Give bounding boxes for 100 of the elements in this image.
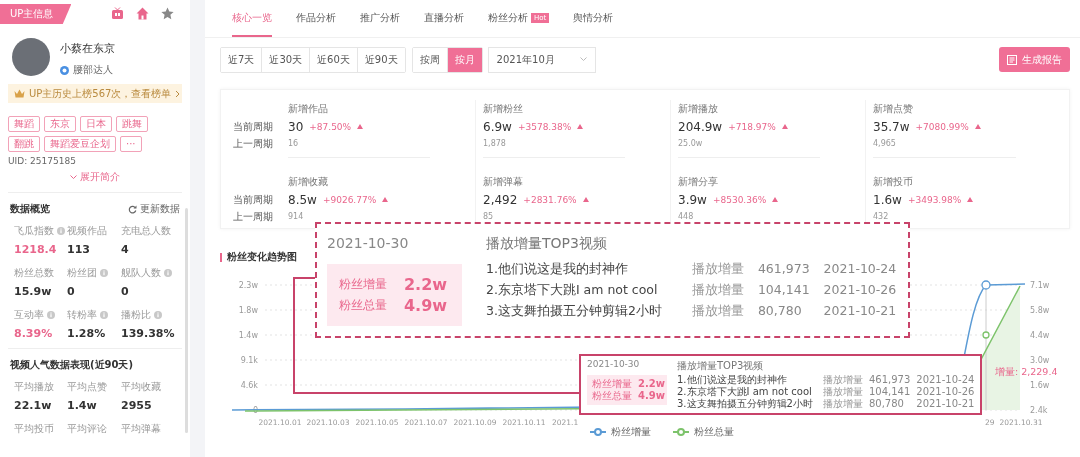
stat-label: 播粉比 <box>121 308 151 322</box>
tag[interactable]: 翻跳 <box>8 136 40 152</box>
fans-value: 4.9w <box>638 389 665 402</box>
badge-label: 腰部达人 <box>73 63 113 77</box>
play-count-value: 461,973 <box>757 260 810 279</box>
legend-label[interactable]: 粉丝增量 <box>611 425 651 439</box>
chart-title: 粉丝变化趋势图 <box>227 250 297 264</box>
expand-link[interactable]: 展开简介 <box>70 170 120 184</box>
axis-label: 7.1w <box>1030 281 1050 290</box>
section-title: 视频人气数据表现(近90天) <box>10 358 134 372</box>
metric-change: +3493.98% <box>907 194 962 205</box>
play-count-label: 播放增量 <box>822 374 863 386</box>
tab[interactable]: 推广分析 <box>360 0 400 37</box>
metric-change: +87.50% <box>309 121 352 132</box>
play-count-label: 播放增量 <box>822 386 863 398</box>
metric-name: 新增点赞 <box>873 103 914 115</box>
refresh-button[interactable]: 更新数据 <box>128 202 180 216</box>
axis-label: 3.0w <box>1030 356 1050 365</box>
tab[interactable]: 直播分析 <box>424 0 464 37</box>
fans-label: 粉丝总量 <box>592 389 632 402</box>
month-select[interactable]: 2021年10月 <box>487 46 596 73</box>
axis-label: 4.6k <box>240 381 258 390</box>
chevron-right-icon <box>175 89 181 98</box>
tooltip-date: 2021-10-30 <box>327 234 410 253</box>
metric-value: 6.9w <box>483 119 512 134</box>
info-icon <box>154 311 162 319</box>
axis-label: 2.4k <box>1030 406 1048 415</box>
stat-value: 113 <box>67 243 91 256</box>
video-title: 3.这支舞拍摄五分钟剪辑2小时 <box>486 302 663 321</box>
data-point[interactable] <box>982 331 990 339</box>
tag[interactable]: 舞蹈爱豆企划 <box>44 136 116 152</box>
metric-name: 新增收藏 <box>288 176 329 188</box>
fans-value: 2.2w <box>403 274 449 296</box>
top-videos-title: 播放增量TOP3视频 <box>677 359 765 372</box>
tv-icon[interactable] <box>111 6 124 20</box>
metric-value: 2,492 <box>483 192 518 207</box>
stat-value: 22.1w <box>14 399 53 412</box>
legend-marker-icon[interactable] <box>590 428 606 436</box>
stat-label: 粉丝团 <box>67 266 97 280</box>
video-title: 2.东京塔下大跳I am not cool <box>486 281 659 300</box>
previous-value: 432 <box>873 211 890 223</box>
home-icon[interactable] <box>136 6 149 20</box>
previous-value: 1,878 <box>483 138 507 150</box>
stat-label: 充电总人数 <box>121 224 171 238</box>
play-count-value: 104,141 <box>868 386 911 398</box>
top-videos-title: 播放增量TOP3视频 <box>486 234 608 253</box>
video-title: 1.他们说这是我的封神作 <box>677 374 788 386</box>
tab[interactable]: 核心一览 <box>232 0 272 37</box>
play-count-label: 播放增量 <box>691 302 744 321</box>
metric-change: +8530.36% <box>712 194 767 205</box>
tag[interactable]: 东京 <box>44 116 76 132</box>
tooltip-date: 2021-10-30 <box>587 359 641 371</box>
video-date: 2021-10-24 <box>916 374 975 386</box>
video-title: 1.他们说这是我的封神作 <box>486 260 629 279</box>
stat-value: 2955 <box>121 399 153 412</box>
info-icon <box>164 269 172 277</box>
stat-label: 平均收藏 <box>121 380 161 394</box>
previous-value: 448 <box>678 211 695 223</box>
legend-label[interactable]: 粉丝总量 <box>694 425 734 439</box>
stat-label: 平均投币 <box>14 422 54 436</box>
metric-name: 新增弹幕 <box>483 176 524 188</box>
metric-name: 新增投币 <box>873 176 914 188</box>
metric-change: +3578.38% <box>517 121 572 132</box>
previous-value: 85 <box>483 211 495 223</box>
tag[interactable]: 日本 <box>80 116 112 132</box>
avatar-placeholder <box>12 38 50 76</box>
play-count-label: 播放增量 <box>691 260 744 279</box>
axis-label: 1.8w <box>238 306 258 315</box>
previous-value: 914 <box>288 211 305 223</box>
metric-name: 新增播放 <box>678 103 719 115</box>
tab[interactable]: 舆情分析 <box>573 0 614 37</box>
stat-label: 转粉率 <box>67 308 97 322</box>
metric-value: 204.9w <box>678 119 723 134</box>
star-icon[interactable] <box>161 6 174 20</box>
filter-button[interactable]: 近90天 <box>356 47 405 72</box>
stat-value: 15.9w <box>14 285 53 298</box>
stat-label: 视频作品 <box>67 224 107 238</box>
stat-value: 139.38% <box>121 327 176 340</box>
axis-label: 2.3w <box>238 281 258 290</box>
tag[interactable]: 跳舞 <box>116 116 148 132</box>
data-point[interactable] <box>981 280 991 290</box>
video-date: 2021-10-24 <box>823 260 897 279</box>
previous-value: 16 <box>288 138 300 150</box>
play-count-value: 80,780 <box>868 398 905 410</box>
metric-value: 8.5w <box>288 192 317 207</box>
fans-label: 粉丝增量 <box>592 377 632 390</box>
legend-marker-icon[interactable] <box>673 428 689 436</box>
stat-label: 互动率 <box>14 308 44 322</box>
play-count-value: 104,141 <box>757 281 810 300</box>
fans-label: 粉丝增量 <box>339 276 388 294</box>
info-icon <box>47 311 55 319</box>
stat-value: 4 <box>121 243 130 256</box>
metric-change: +718.97% <box>728 121 776 132</box>
tag[interactable]: 舞蹈 <box>8 116 40 132</box>
metric-name: 新增粉丝 <box>483 103 524 115</box>
section-title: 数据概览 <box>10 202 50 216</box>
play-count-label: 播放增量 <box>822 398 863 410</box>
metric-change: +7080.99% <box>915 121 969 132</box>
tab[interactable]: 作品分析 <box>296 0 336 37</box>
video-date: 2021-10-21 <box>823 302 897 321</box>
